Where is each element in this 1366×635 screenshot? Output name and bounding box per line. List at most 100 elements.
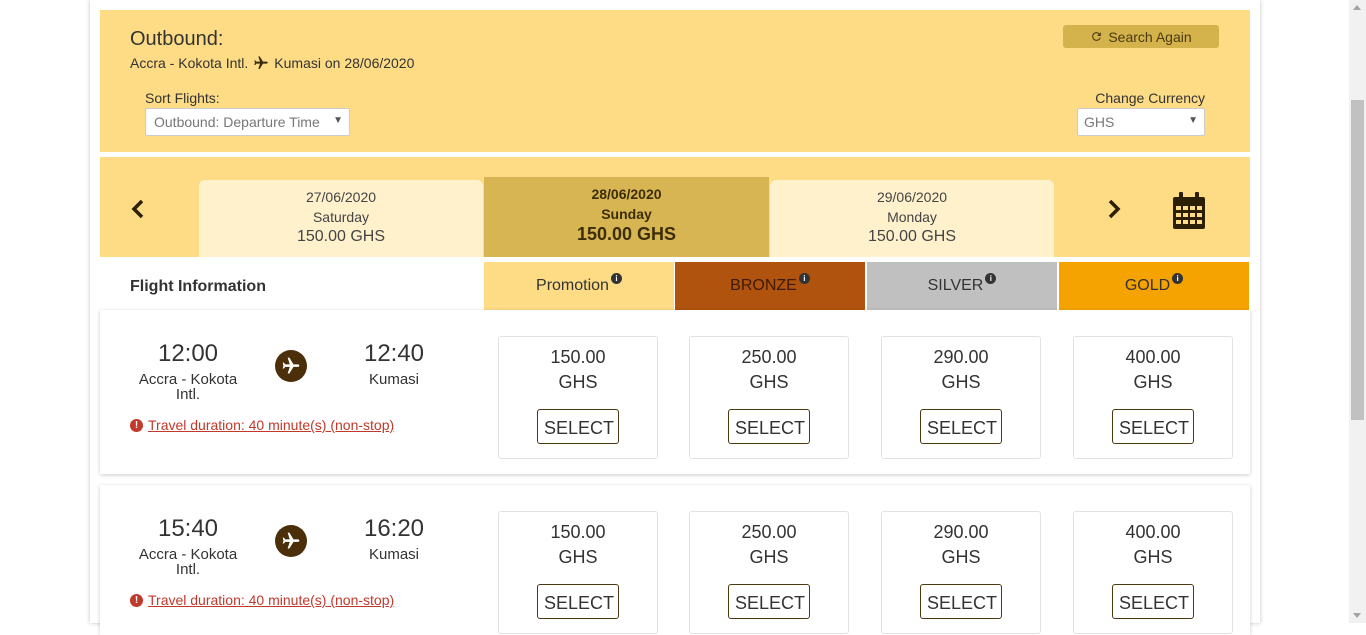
tier-label: SILVER	[927, 277, 984, 294]
fare-currency: GHS	[558, 547, 598, 567]
fare-amount: 150.00	[550, 522, 606, 542]
info-icon[interactable]: i	[985, 272, 997, 284]
search-again-label: Search Again	[1108, 28, 1192, 45]
page-title: Outbound:	[130, 28, 224, 50]
tier-label: Promotion	[536, 277, 609, 294]
travel-duration-text: Travel duration: 40 minute(s) (non-stop)	[148, 417, 395, 433]
fare-box-bronze: 250.00 GHS SELECT	[689, 511, 849, 634]
select-button[interactable]: SELECT	[920, 584, 1002, 619]
scrollbar-thumb[interactable]	[1351, 100, 1364, 420]
fare-currency: GHS	[558, 372, 598, 392]
fare-box-promotion: 150.00 GHS SELECT	[498, 511, 658, 634]
fare-amount: 290.00	[933, 522, 989, 542]
fare-currency: GHS	[941, 547, 981, 567]
sort-flights-label: Sort Flights:	[145, 90, 220, 106]
date-tab-price: 150.00 GHS	[867, 228, 957, 245]
fare-box-gold: 400.00 GHS SELECT	[1073, 336, 1233, 459]
sort-flights-select[interactable]: Outbound: Departure Time ▼	[145, 108, 350, 136]
date-tab-day: Sunday	[601, 206, 652, 222]
fare-amount: 400.00	[1125, 522, 1181, 542]
select-button[interactable]: SELECT	[920, 409, 1002, 444]
tier-silver: SILVER i	[867, 262, 1057, 310]
tier-promotion: Promotion i	[484, 262, 674, 310]
fare-amount: 150.00	[550, 347, 606, 367]
scrollbar[interactable]	[1349, 0, 1366, 623]
select-button[interactable]: SELECT	[537, 584, 619, 619]
fare-currency: GHS	[1133, 547, 1173, 567]
fare-box-gold: 400.00 GHS SELECT	[1073, 511, 1233, 634]
fare-box-silver: 290.00 GHS SELECT	[881, 511, 1041, 634]
scroll-up-arrow-icon[interactable]	[1353, 5, 1361, 10]
departure-airport: Accra - Kokota Intl.	[138, 371, 238, 403]
airplane-icon	[254, 56, 268, 69]
departure-time: 12:00	[157, 340, 219, 367]
fare-currency: GHS	[941, 372, 981, 392]
arrival-airport: Kumasi	[368, 546, 420, 563]
alert-icon: !	[130, 418, 143, 432]
travel-duration-link[interactable]: ! Travel duration: 40 minute(s) (non-sto…	[130, 592, 394, 608]
search-again-button[interactable]: Search Again	[1063, 25, 1219, 48]
fare-currency: GHS	[1133, 372, 1173, 392]
arrival-time: 16:20	[363, 515, 425, 542]
chevron-right-icon[interactable]	[1104, 197, 1124, 221]
select-button[interactable]: SELECT	[1112, 584, 1194, 619]
fare-box-silver: 290.00 GHS SELECT	[881, 336, 1041, 459]
date-tab-date: 29/06/2020	[876, 189, 948, 205]
fare-amount: 290.00	[933, 347, 989, 367]
caret-down-icon: ▼	[333, 115, 343, 126]
fare-table-header: Flight Information Promotion i BRONZE i SI…	[100, 262, 1250, 310]
alert-icon: !	[130, 593, 143, 607]
currency-select[interactable]: GHS ▼	[1077, 108, 1205, 136]
currency-value: GHS	[1084, 114, 1115, 130]
info-icon[interactable]: i	[1172, 272, 1184, 284]
date-tab-price: 150.00 GHS	[296, 228, 386, 245]
info-icon[interactable]: i	[798, 272, 810, 284]
departure-airport: Accra - Kokota Intl.	[138, 546, 238, 578]
fare-amount: 250.00	[741, 522, 797, 542]
calendar-icon[interactable]	[1172, 192, 1206, 230]
flight-card: 15:40 Accra - Kokota Intl. 16:20 Kumasi …	[100, 485, 1250, 635]
caret-down-icon: ▼	[1188, 115, 1198, 126]
chevron-left-icon[interactable]	[128, 197, 148, 221]
airplane-icon	[275, 350, 307, 382]
select-button[interactable]: SELECT	[537, 409, 619, 444]
tier-bronze: BRONZE i	[675, 262, 865, 310]
fare-box-bronze: 250.00 GHS SELECT	[689, 336, 849, 459]
scroll-down-arrow-icon[interactable]	[1353, 613, 1361, 618]
refresh-icon	[1092, 32, 1102, 41]
destination-label: Kumasi on 28/06/2020	[274, 55, 415, 71]
search-summary-header: Outbound: Accra - Kokota Intl. Kumasi on…	[100, 10, 1250, 152]
date-selector: 27/06/2020 Saturday 150.00 GHS 28/06/202…	[100, 157, 1250, 257]
sort-flights-value: Outbound: Departure Time	[154, 114, 320, 130]
travel-duration-link[interactable]: ! Travel duration: 40 minute(s) (non-sto…	[130, 417, 394, 433]
fare-currency: GHS	[749, 547, 789, 567]
date-tab-next[interactable]: 29/06/2020 Monday 150.00 GHS	[770, 180, 1054, 257]
airplane-icon	[275, 525, 307, 557]
fare-amount: 250.00	[741, 347, 797, 367]
tier-label: GOLD	[1124, 277, 1171, 294]
date-tab-prev[interactable]: 27/06/2020 Saturday 150.00 GHS	[199, 180, 483, 257]
tier-label: BRONZE	[730, 277, 797, 294]
date-tab-day: Monday	[887, 209, 937, 225]
date-tab-day: Saturday	[312, 209, 370, 225]
arrival-airport: Kumasi	[368, 371, 420, 388]
route-summary: Accra - Kokota Intl. Kumasi on 28/06/202…	[130, 55, 414, 71]
travel-duration-text: Travel duration: 40 minute(s) (non-stop)	[148, 592, 395, 608]
select-button[interactable]: SELECT	[728, 584, 810, 619]
select-button[interactable]: SELECT	[728, 409, 810, 444]
date-tab-selected[interactable]: 28/06/2020 Sunday 150.00 GHS	[484, 177, 769, 257]
tier-gold: GOLD i	[1059, 262, 1249, 310]
date-tab-date: 27/06/2020	[305, 189, 377, 205]
date-tab-date: 28/06/2020	[591, 186, 662, 202]
fare-amount: 400.00	[1125, 347, 1181, 367]
departure-time: 15:40	[157, 515, 219, 542]
change-currency-label: Change Currency	[1095, 90, 1205, 106]
date-tab-price: 150.00 GHS	[576, 224, 677, 244]
flight-information-label: Flight Information	[130, 278, 266, 295]
flight-card: 12:00 Accra - Kokota Intl. 12:40 Kumasi …	[100, 310, 1250, 474]
info-icon[interactable]: i	[610, 272, 622, 284]
select-button[interactable]: SELECT	[1112, 409, 1194, 444]
fare-currency: GHS	[749, 372, 789, 392]
arrival-time: 12:40	[363, 340, 425, 367]
origin-label: Accra - Kokota Intl.	[130, 55, 249, 71]
